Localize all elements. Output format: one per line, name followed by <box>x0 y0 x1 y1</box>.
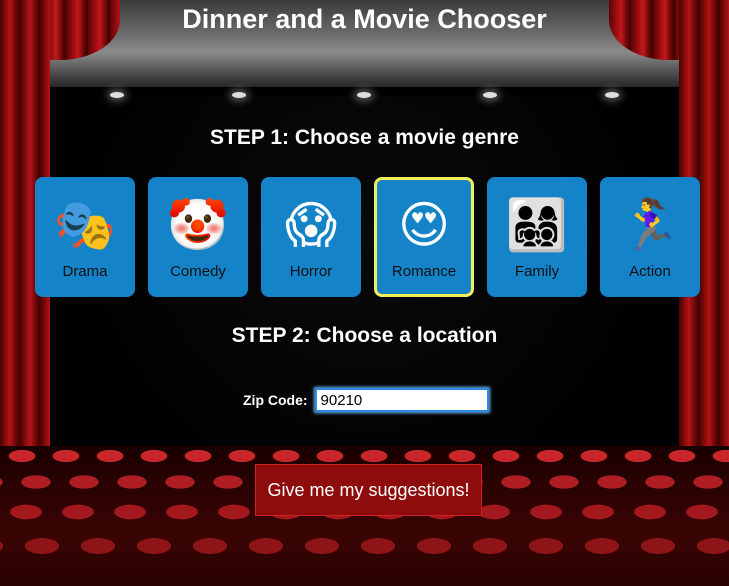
genre-drama[interactable]: 🎭 Drama <box>35 177 135 297</box>
step1-title: STEP 1: Choose a movie genre <box>210 126 519 149</box>
genre-list: 🎭 Drama 🤡 Comedy 😱 Horror 😍 Romance 👨‍👩‍… <box>35 177 700 297</box>
zip-code-row: Zip Code: <box>243 388 489 412</box>
heart-eyes-icon: 😍 <box>397 196 451 254</box>
theater-masks-icon: 🎭 <box>53 196 117 254</box>
genre-romance[interactable]: 😍 Romance <box>374 177 474 297</box>
suggestions-button[interactable]: Give me my suggestions! <box>255 464 482 516</box>
genre-label: Action <box>629 263 671 280</box>
genre-horror[interactable]: 😱 Horror <box>261 177 361 297</box>
genre-label: Drama <box>62 263 108 280</box>
genre-label: Romance <box>391 263 457 280</box>
genre-family[interactable]: 👨‍👩‍👧‍👦 Family <box>487 177 587 297</box>
family-icon: 👨‍👩‍👧‍👦 <box>505 196 569 254</box>
step2-title: STEP 2: Choose a location <box>231 324 498 347</box>
genre-label: Horror <box>289 263 333 280</box>
genre-label: Comedy <box>170 263 226 280</box>
main-content: Dinner and a Movie Chooser STEP 1: Choos… <box>0 0 729 586</box>
zip-code-input[interactable] <box>314 388 489 412</box>
zip-code-label: Zip Code: <box>243 392 308 408</box>
runner-icon: 🏃‍♀️ <box>618 196 682 254</box>
screaming-face-icon: 😱 <box>284 196 338 254</box>
genre-comedy[interactable]: 🤡 Comedy <box>148 177 248 297</box>
page-title: Dinner and a Movie Chooser <box>182 4 547 34</box>
genre-action[interactable]: 🏃‍♀️ Action <box>600 177 700 297</box>
clown-face-icon: 🤡 <box>166 196 230 254</box>
genre-label: Family <box>514 263 560 280</box>
